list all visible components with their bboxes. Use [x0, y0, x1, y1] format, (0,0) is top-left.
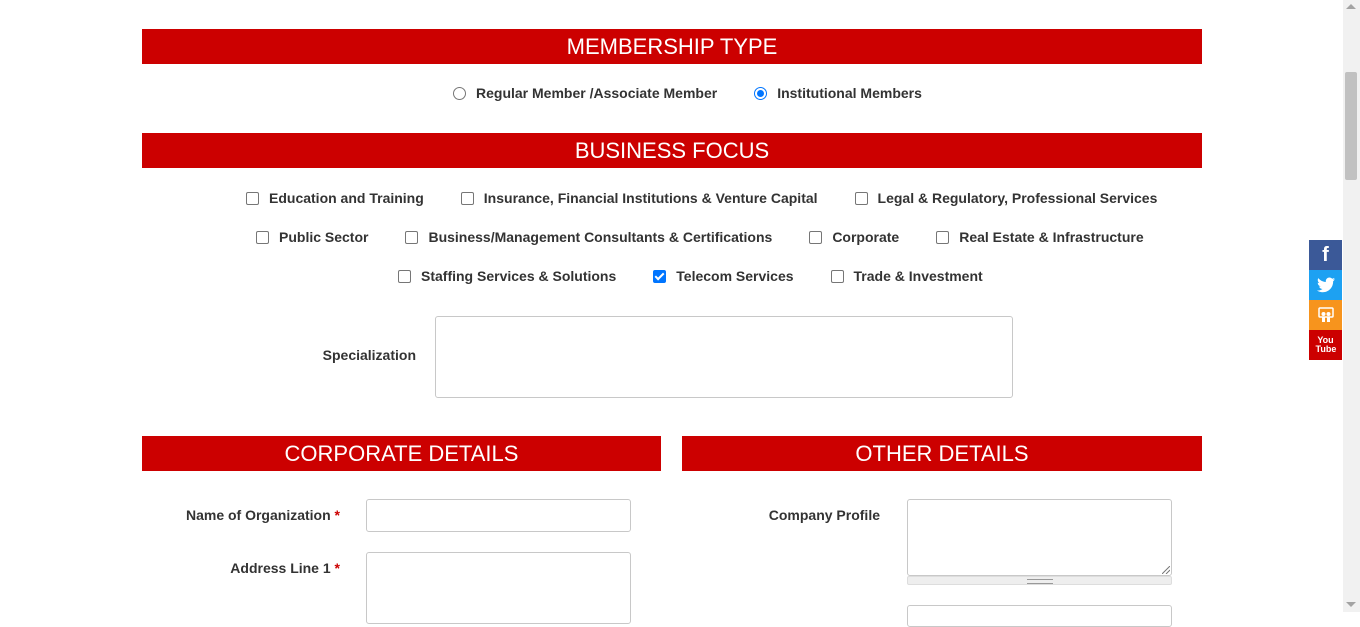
business-focus-header: BUSINESS FOCUS [142, 133, 1202, 168]
scrollbar-thumb[interactable] [1345, 72, 1357, 180]
youtube-icon[interactable]: You Tube [1309, 330, 1342, 360]
org-name-input[interactable] [366, 499, 631, 532]
other-details-header: OTHER DETAILS [682, 436, 1202, 471]
checkbox-control[interactable] [256, 230, 269, 244]
business-focus-row-3: Staffing Services & Solutions Telecom Se… [398, 267, 983, 285]
other-details-next-field[interactable] [907, 605, 1172, 627]
specialization-textarea[interactable] [435, 316, 1013, 398]
checkbox-corporate[interactable]: Corporate [809, 229, 899, 245]
checkbox-control[interactable] [398, 269, 411, 283]
checkbox-insurance-financial[interactable]: Insurance, Financial Institutions & Vent… [460, 190, 818, 206]
radio-institutional-members[interactable]: Institutional Members [754, 85, 922, 101]
scroll-up-arrow-icon[interactable] [1346, 4, 1356, 9]
company-profile-resize-bar[interactable] [907, 576, 1172, 585]
address-line1-label: Address Line 1 * [160, 560, 340, 576]
company-profile-textarea[interactable] [907, 499, 1172, 576]
scroll-down-arrow-icon[interactable] [1346, 602, 1356, 607]
checkbox-education-training[interactable]: Education and Training [246, 190, 424, 206]
checkbox-label: Public Sector [279, 229, 369, 245]
checkbox-label: Trade & Investment [853, 268, 983, 284]
resize-grip-icon[interactable] [1162, 566, 1170, 574]
specialization-label: Specialization [322, 347, 416, 363]
corporate-details-header: CORPORATE DETAILS [142, 436, 661, 471]
drag-handle-icon [1026, 579, 1053, 584]
checkbox-control[interactable] [809, 230, 823, 244]
radio-regular-member[interactable]: Regular Member /Associate Member [453, 85, 717, 101]
checkbox-public-sector[interactable]: Public Sector [256, 229, 368, 245]
address-line1-label-text: Address Line 1 [230, 560, 331, 576]
membership-radio-group: Regular Member /Associate Member Institu… [453, 84, 922, 102]
radio-institutional-members-control[interactable] [754, 86, 768, 100]
radio-regular-member-label: Regular Member /Associate Member [476, 85, 718, 101]
checkbox-telecom[interactable]: Telecom Services [653, 268, 794, 284]
checkbox-label: Business/Management Consultants & Certif… [428, 229, 773, 245]
radio-regular-member-control[interactable] [453, 86, 466, 100]
checkbox-label: Telecom Services [676, 268, 794, 284]
facebook-icon[interactable]: f [1309, 240, 1342, 270]
checkbox-business-management[interactable]: Business/Management Consultants & Certif… [405, 229, 772, 245]
checkbox-real-estate[interactable]: Real Estate & Infrastructure [936, 229, 1144, 245]
checkbox-label: Staffing Services & Solutions [421, 268, 617, 284]
company-profile-label: Company Profile [768, 507, 880, 523]
checkbox-label: Legal & Regulatory, Professional Service… [877, 190, 1158, 206]
radio-institutional-members-label: Institutional Members [777, 85, 922, 101]
checkbox-control[interactable] [830, 269, 844, 283]
checkbox-staffing[interactable]: Staffing Services & Solutions [398, 268, 616, 284]
checkbox-label: Corporate [832, 229, 900, 245]
checkbox-control[interactable] [936, 230, 950, 244]
checkbox-control[interactable] [405, 230, 419, 244]
youtube-icon-text: You Tube [1315, 335, 1337, 354]
business-focus-row-1: Education and Training Insurance, Financ… [246, 189, 1157, 207]
checkbox-label: Education and Training [269, 190, 424, 206]
twitter-icon[interactable] [1309, 270, 1342, 300]
checkbox-control[interactable] [246, 191, 259, 205]
slideshare-icon[interactable] [1309, 300, 1342, 330]
address-line1-textarea[interactable] [366, 552, 631, 624]
checkbox-label: Insurance, Financial Institutions & Vent… [483, 190, 818, 206]
checkbox-legal-regulatory[interactable]: Legal & Regulatory, Professional Service… [854, 190, 1158, 206]
required-mark: * [334, 507, 340, 523]
checkbox-trade-investment[interactable]: Trade & Investment [830, 268, 983, 284]
org-name-label-text: Name of Organization [185, 507, 331, 523]
checkbox-control-checked[interactable] [653, 269, 667, 283]
checkbox-control[interactable] [854, 191, 868, 205]
checkbox-label: Real Estate & Infrastructure [959, 229, 1144, 245]
org-name-label: Name of Organization * [160, 507, 340, 523]
required-mark: * [334, 560, 340, 576]
business-focus-row-2: Public Sector Business/Management Consul… [256, 228, 1144, 246]
membership-type-header: MEMBERSHIP TYPE [142, 29, 1202, 64]
checkbox-control[interactable] [460, 191, 474, 205]
